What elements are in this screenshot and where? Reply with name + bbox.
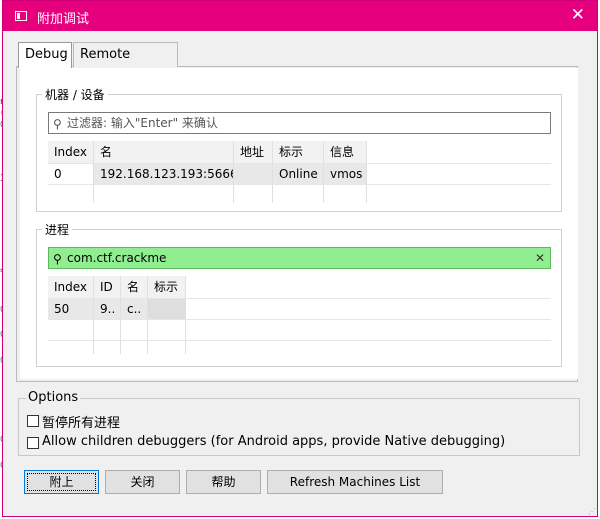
empty-cell — [324, 185, 367, 203]
process-name: c.. — [121, 299, 148, 319]
processes-col-status[interactable]: 标示 — [148, 276, 186, 298]
search-icon: ⚲ — [53, 252, 62, 266]
empty-cell — [121, 341, 148, 354]
machines-col-address[interactable]: 地址 — [234, 141, 273, 163]
empty-cell — [273, 185, 324, 203]
close-icon[interactable]: ✕ — [571, 5, 585, 25]
title-bar[interactable]: 附加调试 ✕ — [3, 1, 597, 31]
options-group-label: Options — [26, 390, 81, 405]
machines-col-status[interactable]: 标示 — [273, 141, 324, 163]
empty-cell — [148, 320, 186, 340]
resize-grip-icon[interactable]: ⋰ — [588, 507, 598, 517]
machines-col-index[interactable]: Index — [48, 141, 94, 163]
window-icon — [15, 11, 27, 21]
empty-cell — [48, 341, 94, 354]
machine-filter-input[interactable]: ⚲ 过滤器: 输入"Enter" 来确认 — [48, 112, 551, 134]
tab-debug[interactable]: Debug — [18, 42, 72, 68]
clear-filter-icon[interactable]: ✕ — [535, 248, 545, 268]
empty-cell — [121, 320, 148, 340]
process-index: 50 — [48, 299, 94, 319]
process-status — [148, 299, 186, 319]
attach-button[interactable]: 附上 — [24, 470, 99, 494]
process-filter-input[interactable]: ⚲ com.ctf.crackme ✕ — [48, 247, 551, 269]
machine-info: vmos — [324, 164, 367, 184]
empty-cell — [48, 320, 94, 340]
tab-remote-debug[interactable]: Remote Debug — [73, 42, 178, 86]
empty-cell — [48, 185, 94, 203]
machines-group-label: 机器 / 设备 — [42, 86, 108, 103]
window-title: 附加调试 — [37, 12, 90, 27]
empty-cell — [94, 341, 121, 354]
machines-col-name[interactable]: 名 — [94, 141, 234, 163]
search-icon: ⚲ — [53, 117, 62, 131]
machine-status: Online — [273, 164, 324, 184]
refresh-machines-button[interactable]: Refresh Machines List — [267, 470, 443, 494]
empty-cell — [148, 341, 186, 354]
processes-group-label: 进程 — [42, 221, 73, 238]
empty-cell — [234, 185, 273, 203]
empty-cell — [94, 185, 234, 203]
empty-cell — [94, 320, 121, 340]
suspend-all-label[interactable]: 暂停所有进程 — [42, 412, 120, 431]
process-id: 9.. — [94, 299, 121, 319]
process-filter-value: com.ctf.crackme — [67, 251, 167, 265]
machines-col-info[interactable]: 信息 — [324, 141, 367, 163]
machines-table: Index 名 地址 标示 信息 0 192.168.123.193:5666 … — [48, 141, 551, 203]
close-button[interactable]: 关闭 — [105, 470, 180, 494]
processes-col-index[interactable]: Index — [48, 276, 94, 298]
processes-col-name[interactable]: 名 — [121, 276, 148, 298]
allow-children-label[interactable]: Allow children debuggers (for Android ap… — [42, 434, 505, 449]
machine-address — [234, 164, 273, 184]
suspend-all-checkbox[interactable] — [27, 415, 39, 427]
allow-children-checkbox[interactable] — [27, 437, 39, 449]
help-button[interactable]: 帮助 — [186, 470, 261, 494]
machine-name: 192.168.123.193:5666 — [94, 164, 234, 184]
machine-index: 0 — [48, 164, 94, 184]
processes-table: Index ID 名 标示 50 9.. c.. — [48, 276, 551, 354]
machine-filter-placeholder: 过滤器: 输入"Enter" 来确认 — [67, 116, 218, 130]
processes-col-id[interactable]: ID — [94, 276, 121, 298]
